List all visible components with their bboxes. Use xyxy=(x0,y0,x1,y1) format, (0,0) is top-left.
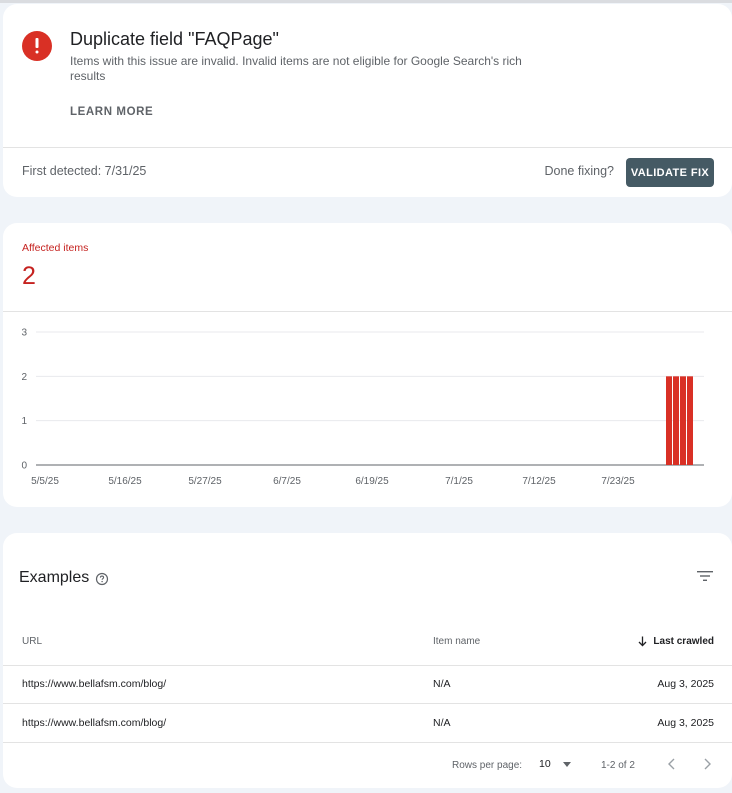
sort-descending-icon xyxy=(638,636,647,647)
divider xyxy=(3,742,732,743)
x-tick-label: 5/5/25 xyxy=(31,476,59,487)
x-tick-label: 5/16/25 xyxy=(108,476,142,487)
rows-per-page-value: 10 xyxy=(539,758,551,770)
rows-per-page-select[interactable]: 10 xyxy=(539,758,571,770)
first-detected-text: First detected: 7/31/25 xyxy=(22,164,147,178)
divider xyxy=(3,147,732,148)
help-icon[interactable] xyxy=(95,572,109,586)
row-url[interactable]: https://www.bellafsm.com/blog/ xyxy=(22,717,166,729)
row-item-name: N/A xyxy=(433,678,451,690)
bar xyxy=(680,376,686,465)
bar xyxy=(666,376,672,465)
divider xyxy=(3,665,732,666)
done-fixing-label: Done fixing? xyxy=(544,164,615,178)
affected-items-chart: 0 1 2 3 5/5/25 5/16/25 5/27/25 6/7/25 6/19/25 7/1… xyxy=(21,328,704,487)
row-url[interactable]: https://www.bellafsm.com/blog/ xyxy=(22,678,166,690)
y-tick-label: 2 xyxy=(21,372,27,383)
bar xyxy=(673,376,679,465)
filter-icon[interactable] xyxy=(697,569,713,583)
x-tick-label: 7/1/25 xyxy=(445,476,473,487)
x-tick-label: 5/27/25 xyxy=(188,476,222,487)
x-tick-label: 6/19/25 xyxy=(355,476,389,487)
previous-page-button[interactable] xyxy=(664,756,680,772)
divider xyxy=(3,703,732,704)
dropdown-arrow-icon xyxy=(562,761,571,767)
x-tick-label: 7/12/25 xyxy=(522,476,556,487)
bar xyxy=(687,376,693,465)
next-page-button[interactable] xyxy=(699,756,715,772)
error-icon xyxy=(22,31,52,61)
affected-items-card: Affected items 2 0 1 2 3 5/5/25 5/16/25 5/27/2… xyxy=(3,223,732,507)
y-tick-label: 3 xyxy=(21,328,27,339)
row-item-name: N/A xyxy=(433,717,451,729)
row-last-crawled: Aug 3, 2025 xyxy=(657,678,714,690)
pagination-range: 1-2 of 2 xyxy=(601,760,635,771)
column-header-url[interactable]: URL xyxy=(22,636,42,647)
last-crawled-label: Last crawled xyxy=(653,636,714,647)
learn-more-link[interactable]: LEARN MORE xyxy=(70,106,153,118)
issue-description: Items with this issue are invalid. Inval… xyxy=(70,54,522,83)
x-tick-label: 6/7/25 xyxy=(273,476,301,487)
top-border xyxy=(0,0,732,3)
examples-title: Examples xyxy=(19,569,90,586)
column-header-item-name[interactable]: Item name xyxy=(433,636,480,647)
examples-card: Examples URL Item name Last crawled http… xyxy=(3,533,732,788)
affected-items-label: Affected items xyxy=(22,242,89,254)
issue-title: Duplicate field "FAQPage" xyxy=(70,29,279,49)
x-tick-label: 7/23/25 xyxy=(601,476,635,487)
row-last-crawled: Aug 3, 2025 xyxy=(657,717,714,729)
rows-per-page-label: Rows per page: xyxy=(452,760,523,771)
column-header-last-crawled[interactable]: Last crawled xyxy=(638,636,714,647)
y-tick-label: 0 xyxy=(21,461,27,472)
validate-fix-button[interactable]: VALIDATE FIX xyxy=(626,158,714,187)
y-tick-label: 1 xyxy=(21,416,27,427)
affected-items-count: 2 xyxy=(22,262,36,290)
issue-card: Duplicate field "FAQPage" Items with thi… xyxy=(3,4,732,197)
divider xyxy=(3,311,732,312)
